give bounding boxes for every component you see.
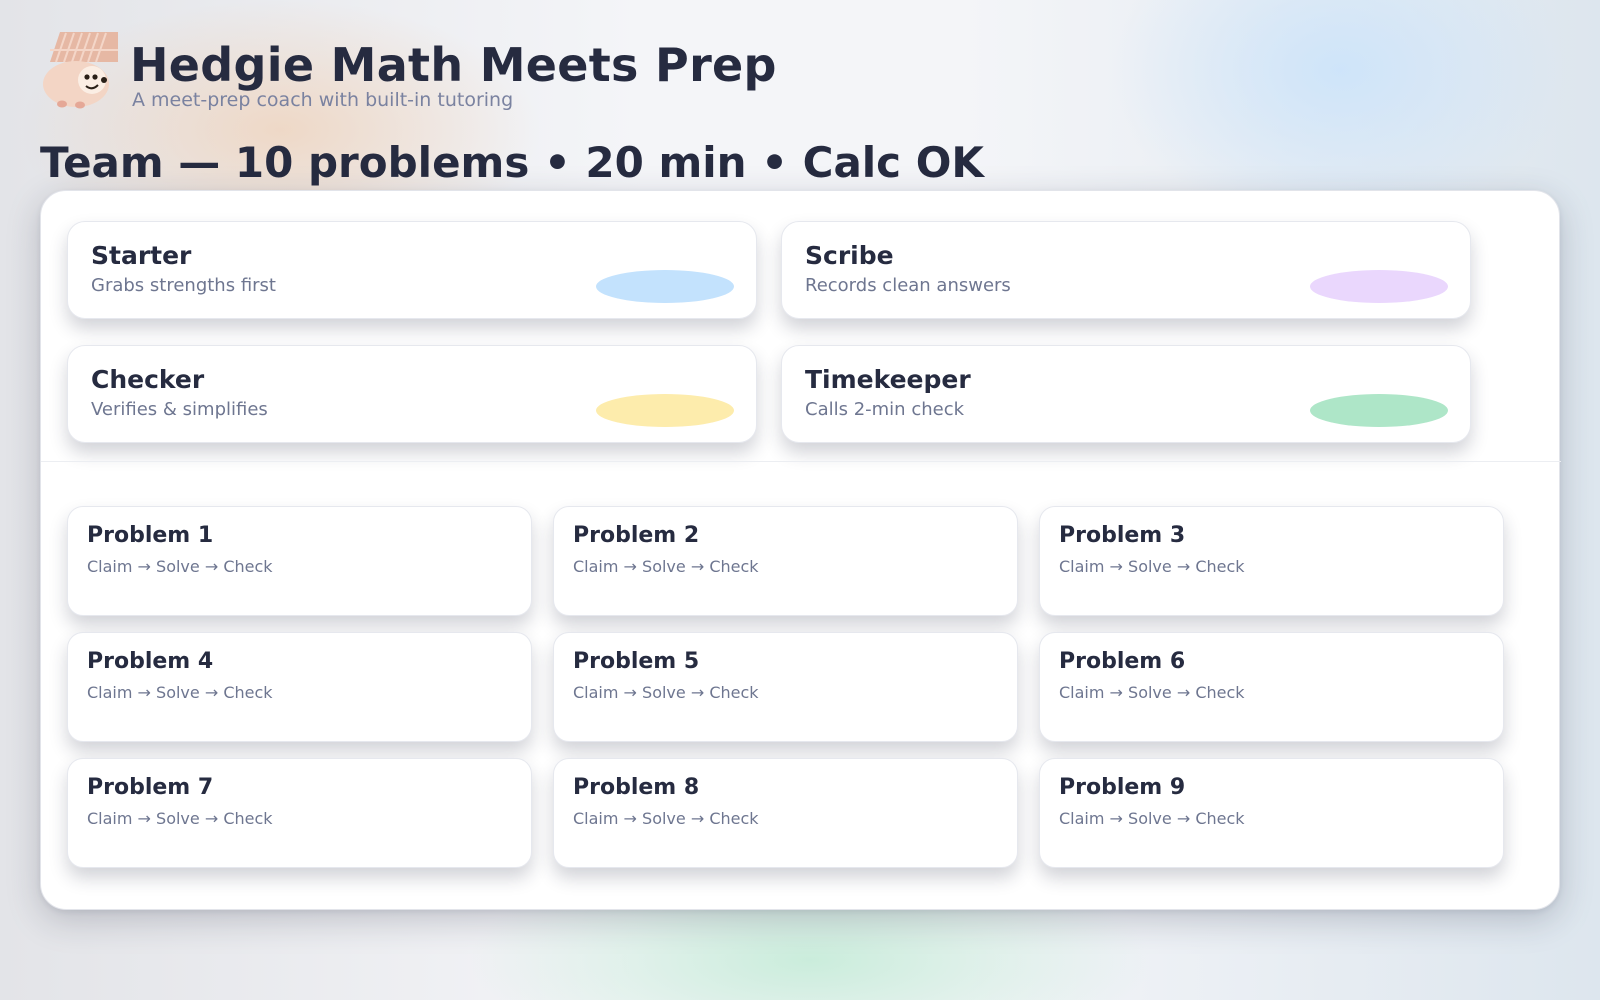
problem-card[interactable]: Problem 9 Claim → Solve → Check bbox=[1039, 758, 1504, 868]
role-name: Starter bbox=[91, 241, 192, 270]
app-header: Hedgie Math Meets Prep A meet-prep coach… bbox=[42, 26, 942, 116]
section-divider bbox=[41, 461, 1561, 462]
hedgehog-icon bbox=[42, 28, 124, 112]
role-color-chip bbox=[596, 270, 734, 303]
role-color-chip bbox=[596, 394, 734, 427]
problem-steps: Claim → Solve → Check bbox=[1059, 683, 1245, 702]
role-name: Scribe bbox=[805, 241, 894, 270]
problem-title: Problem 9 bbox=[1059, 775, 1186, 800]
problem-steps: Claim → Solve → Check bbox=[1059, 809, 1245, 828]
role-card-timekeeper[interactable]: Timekeeper Calls 2-min check bbox=[781, 345, 1471, 443]
role-card-scribe[interactable]: Scribe Records clean answers bbox=[781, 221, 1471, 319]
role-description: Records clean answers bbox=[805, 275, 1011, 296]
problem-card[interactable]: Problem 2 Claim → Solve → Check bbox=[553, 506, 1018, 616]
role-color-chip bbox=[1310, 394, 1448, 427]
problem-title: Problem 3 bbox=[1059, 523, 1186, 548]
page: Hedgie Math Meets Prep A meet-prep coach… bbox=[0, 0, 1600, 1000]
app-title: Hedgie Math Meets Prep bbox=[130, 38, 777, 92]
problem-steps: Claim → Solve → Check bbox=[1059, 557, 1245, 576]
problem-steps: Claim → Solve → Check bbox=[87, 557, 273, 576]
problem-title: Problem 2 bbox=[573, 523, 700, 548]
roles-grid: Starter Grabs strengths first Scribe Rec… bbox=[67, 221, 1471, 451]
role-description: Grabs strengths first bbox=[91, 275, 276, 296]
role-name: Checker bbox=[91, 365, 205, 394]
problems-grid: Problem 1 Claim → Solve → Check Problem … bbox=[67, 506, 1527, 876]
problem-title: Problem 4 bbox=[87, 649, 214, 674]
problem-steps: Claim → Solve → Check bbox=[573, 683, 759, 702]
problem-card[interactable]: Problem 4 Claim → Solve → Check bbox=[67, 632, 532, 742]
problem-card[interactable]: Problem 6 Claim → Solve → Check bbox=[1039, 632, 1504, 742]
problem-steps: Claim → Solve → Check bbox=[573, 809, 759, 828]
problem-title: Problem 6 bbox=[1059, 649, 1186, 674]
problem-title: Problem 5 bbox=[573, 649, 700, 674]
role-description: Calls 2-min check bbox=[805, 399, 965, 420]
role-card-checker[interactable]: Checker Verifies & simplifies bbox=[67, 345, 757, 443]
session-heading: Team — 10 problems • 20 min • Calc OK bbox=[40, 138, 984, 187]
role-description: Verifies & simplifies bbox=[91, 399, 268, 420]
problem-title: Problem 1 bbox=[87, 523, 214, 548]
main-panel: Starter Grabs strengths first Scribe Rec… bbox=[40, 190, 1561, 910]
problem-steps: Claim → Solve → Check bbox=[87, 809, 273, 828]
role-card-starter[interactable]: Starter Grabs strengths first bbox=[67, 221, 757, 319]
app-subtitle: A meet-prep coach with built-in tutoring bbox=[132, 89, 514, 111]
problem-card[interactable]: Problem 5 Claim → Solve → Check bbox=[553, 632, 1018, 742]
problem-card[interactable]: Problem 7 Claim → Solve → Check bbox=[67, 758, 532, 868]
problem-card[interactable]: Problem 8 Claim → Solve → Check bbox=[553, 758, 1018, 868]
problem-card[interactable]: Problem 1 Claim → Solve → Check bbox=[67, 506, 532, 616]
role-color-chip bbox=[1310, 270, 1448, 303]
problem-steps: Claim → Solve → Check bbox=[87, 683, 273, 702]
role-name: Timekeeper bbox=[805, 365, 971, 394]
problem-steps: Claim → Solve → Check bbox=[573, 557, 759, 576]
problem-title: Problem 7 bbox=[87, 775, 214, 800]
problem-title: Problem 8 bbox=[573, 775, 700, 800]
problem-card[interactable]: Problem 3 Claim → Solve → Check bbox=[1039, 506, 1504, 616]
